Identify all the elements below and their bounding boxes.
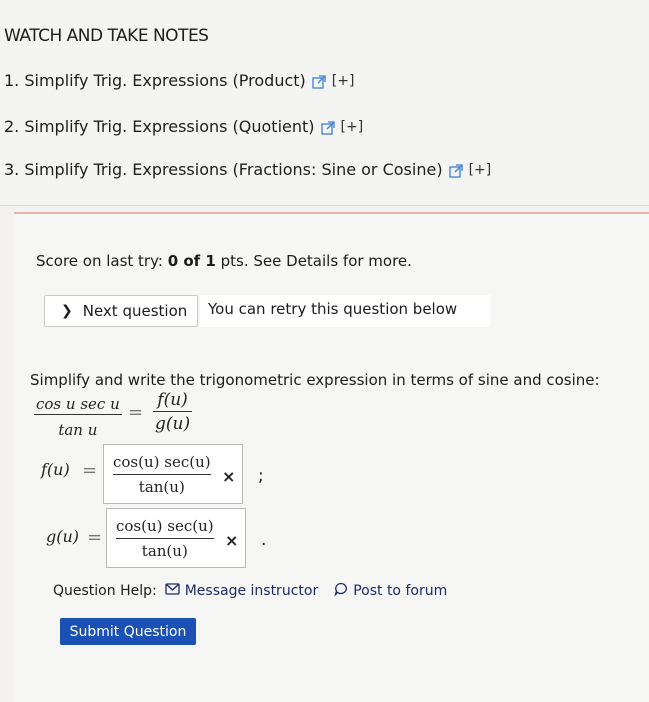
score-suffix: pts. See Details for more.	[215, 252, 412, 270]
message-instructor-link[interactable]: Message instructor	[165, 583, 319, 599]
watch-title: WATCH AND TAKE NOTES	[4, 26, 209, 46]
question-help-row: Question Help: Message instructor Post t…	[53, 582, 447, 600]
g-answer-denominator: tan(u)	[141, 542, 188, 560]
lhs-fraction: cos u sec u tan u	[34, 395, 122, 439]
external-link-icon[interactable]	[312, 74, 326, 89]
f-answer-input[interactable]: cos(u) sec(u) tan(u) ×	[103, 444, 243, 504]
equals-sign: =	[128, 402, 144, 423]
next-question-button[interactable]: ❯ Next question	[44, 295, 198, 327]
lhs-denominator: tan u	[58, 421, 98, 439]
score-value: 0 of 1	[167, 252, 216, 270]
equals-sign: =	[87, 527, 103, 548]
f-answer-fraction: cos(u) sec(u) tan(u)	[113, 453, 211, 496]
video-link-1[interactable]: 1. Simplify Trig. Expressions (Product) …	[4, 71, 354, 90]
g-answer-input[interactable]: cos(u) sec(u) tan(u) ×	[106, 508, 246, 568]
video-link-2[interactable]: 2. Simplify Trig. Expressions (Quotient)…	[4, 117, 363, 136]
f-trailing: ;	[258, 466, 264, 486]
video-link-label[interactable]: 1. Simplify Trig. Expressions (Product)	[4, 71, 306, 90]
video-link-label[interactable]: 3. Simplify Trig. Expressions (Fractions…	[4, 160, 443, 179]
g-label: g(u)	[46, 527, 80, 546]
rhs-denominator: g(u)	[155, 414, 191, 434]
video-link-label[interactable]: 2. Simplify Trig. Expressions (Quotient)	[4, 117, 315, 136]
equals-sign: =	[82, 460, 98, 481]
external-link-icon[interactable]	[448, 163, 463, 178]
envelope-icon	[165, 583, 180, 599]
submit-question-button[interactable]: Submit Question	[60, 618, 196, 645]
question-instructions: Simplify and write the trigonometric exp…	[30, 371, 600, 389]
g-trailing: .	[261, 530, 267, 550]
expand-toggle[interactable]: [+]	[469, 162, 492, 178]
post-to-forum-link[interactable]: Post to forum	[334, 582, 447, 600]
next-question-label: Next question	[82, 302, 188, 320]
score-prefix: Score on last try:	[36, 252, 168, 270]
question-help-label: Question Help:	[53, 583, 157, 599]
expand-toggle[interactable]: [+]	[332, 73, 355, 89]
chevron-right-icon: ❯	[61, 303, 73, 319]
g-answer-numerator: cos(u) sec(u)	[116, 517, 214, 535]
incorrect-icon: ×	[225, 531, 239, 550]
rhs-numerator: f(u)	[157, 390, 188, 410]
speech-bubble-icon	[334, 582, 348, 600]
expand-toggle[interactable]: [+]	[341, 119, 364, 135]
f-answer-numerator: cos(u) sec(u)	[113, 453, 211, 471]
f-answer-denominator: tan(u)	[138, 478, 185, 496]
rhs-fraction: f(u) g(u)	[153, 390, 193, 434]
f-label: f(u)	[41, 460, 70, 479]
retry-message: You can retry this question below	[200, 295, 490, 327]
video-link-3[interactable]: 3. Simplify Trig. Expressions (Fractions…	[4, 160, 491, 179]
external-link-icon[interactable]	[320, 120, 335, 135]
post-to-forum-label[interactable]: Post to forum	[353, 583, 447, 599]
g-answer-fraction: cos(u) sec(u) tan(u)	[116, 517, 214, 560]
lhs-numerator: cos u sec u	[36, 395, 120, 413]
message-instructor-label[interactable]: Message instructor	[185, 583, 319, 599]
watch-notes-panel: WATCH AND TAKE NOTES 1. Simplify Trig. E…	[0, 0, 649, 206]
incorrect-icon: ×	[222, 467, 236, 486]
score-line: Score on last try: 0 of 1 pts. See Detai…	[36, 252, 412, 270]
